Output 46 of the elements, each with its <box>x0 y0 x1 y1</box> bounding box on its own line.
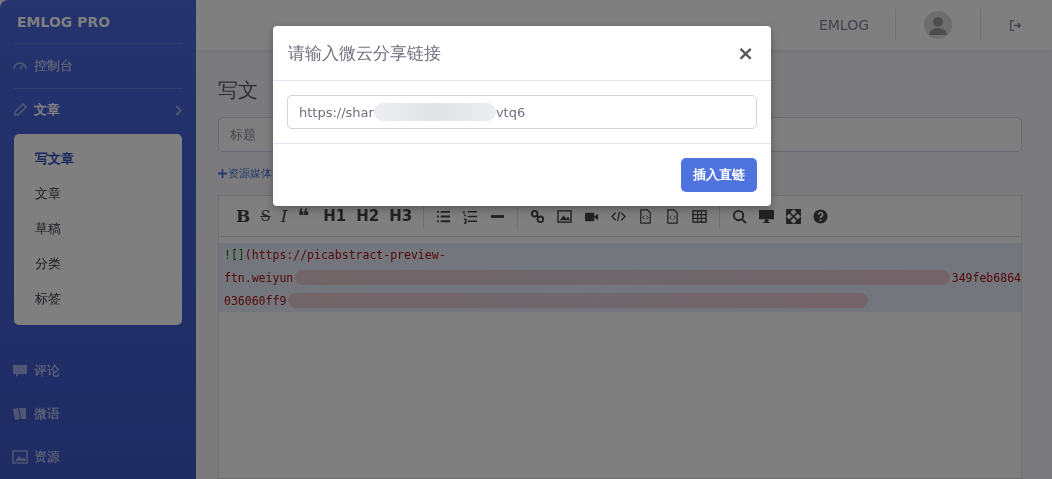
nav-item[interactable]: 资源 <box>0 435 196 479</box>
code-file-icon[interactable] <box>665 208 681 224</box>
code-file-icon[interactable] <box>638 208 654 224</box>
submenu-item[interactable]: 文章 <box>14 176 182 212</box>
toolbar-button[interactable]: H2 <box>351 207 385 225</box>
nav-item[interactable]: 评论 <box>0 348 196 393</box>
help-icon[interactable] <box>813 208 829 224</box>
brand-logo[interactable]: EMLOG PRO <box>14 0 182 45</box>
avatar-icon[interactable] <box>924 11 952 39</box>
nav-item[interactable]: 文章 <box>0 88 196 132</box>
search-icon[interactable] <box>732 208 748 224</box>
submenu-item[interactable]: 写文章 <box>14 141 182 177</box>
toolbar-button[interactable]: ❝ <box>292 204 315 228</box>
media-link[interactable]: 资源媒体 <box>218 166 272 181</box>
code-text: 036060ff9 <box>224 293 287 308</box>
image-icon[interactable] <box>557 208 573 224</box>
code-markup: ![] <box>224 247 245 262</box>
fullscreen-icon[interactable] <box>786 208 802 224</box>
close-button[interactable]: × <box>735 41 756 65</box>
table-icon[interactable] <box>692 208 708 224</box>
code-text: 349feb6864 <box>951 270 1021 285</box>
nav-item[interactable]: 控制台 <box>0 44 196 88</box>
toolbar-button[interactable]: H3 <box>384 207 418 225</box>
submenu-item[interactable]: 草稿 <box>14 211 182 247</box>
dialog-title: 请输入微云分享链接 <box>288 41 441 65</box>
numbered-list-icon[interactable] <box>463 208 479 224</box>
toolbar-button[interactable]: H1 <box>318 207 352 225</box>
page-heading: 写文 <box>218 77 259 104</box>
media-link-label[interactable]: 资源媒体 <box>228 166 272 181</box>
url-field[interactable]: https://shar vtq6 <box>287 95 757 129</box>
monitor-icon[interactable] <box>759 208 775 224</box>
toolbar-button[interactable]: B <box>231 206 256 226</box>
insert-link-button[interactable]: 插入直链 <box>681 158 757 192</box>
logout-icon[interactable] <box>1009 18 1022 32</box>
site-link[interactable]: EMLOG <box>818 17 869 33</box>
plus-icon <box>218 169 227 178</box>
code-text: ftn.weiyun <box>224 270 294 285</box>
code-text: (https://picabstract-preview- <box>244 247 446 262</box>
nav-item[interactable]: 微语 <box>0 392 196 436</box>
submenu-item[interactable]: 标签 <box>14 281 182 317</box>
code-editor[interactable]: ![](https://picabstract-preview- ftn.weiyun 349feb6864 036060ff9 <box>219 237 1021 312</box>
toolbar-button[interactable]: I <box>275 206 293 226</box>
list-icon[interactable] <box>436 208 452 224</box>
link-icon[interactable] <box>530 208 546 224</box>
toolbar-button[interactable]: S <box>255 207 276 225</box>
submenu-item[interactable]: 分类 <box>14 246 182 282</box>
